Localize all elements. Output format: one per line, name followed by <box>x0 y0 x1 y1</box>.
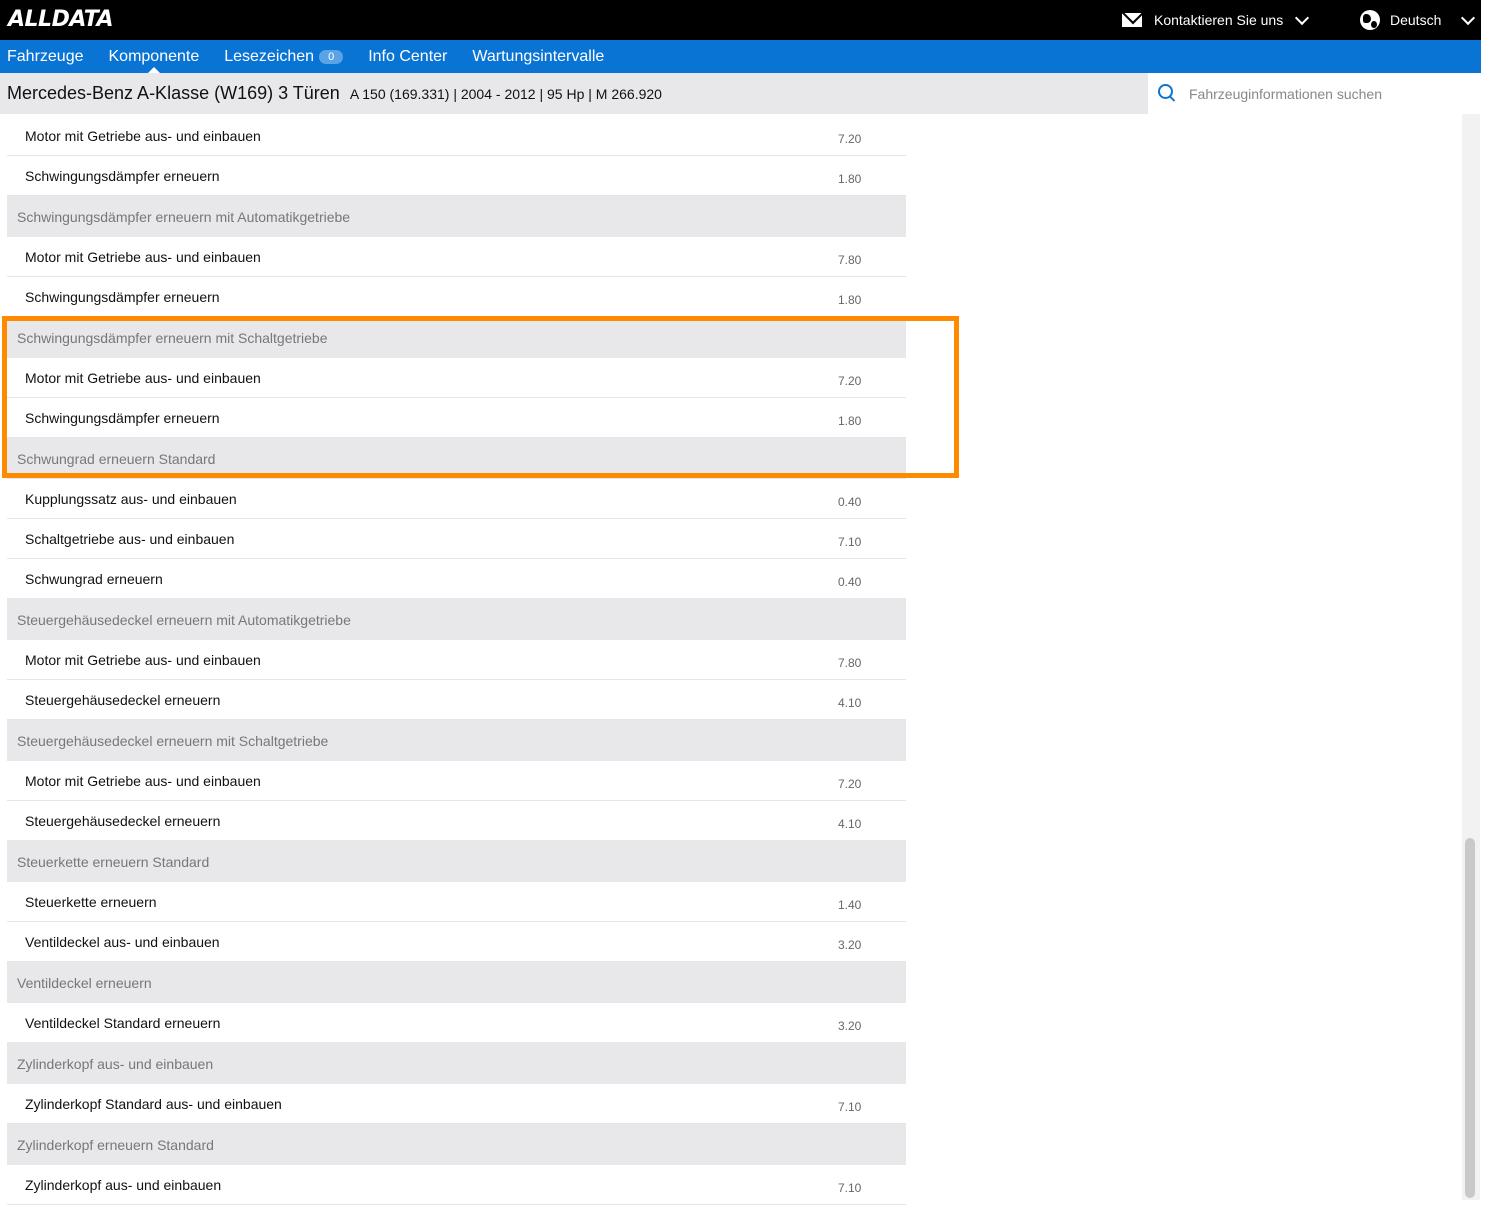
operation-label: Schwungrad erneuern <box>25 571 163 587</box>
labor-time-value: 4.10 <box>838 817 862 831</box>
group-header-label: Zylinderkopf aus- und einbauen <box>17 1056 214 1072</box>
operation-label: Steuerkette erneuern <box>25 894 157 910</box>
labor-time-value: 7.10 <box>838 1100 862 1114</box>
labor-time-value: 1.40 <box>838 898 862 912</box>
alldata-logo[interactable]: ALLDATA <box>8 7 114 32</box>
table-row[interactable]: Motor mit Getriebe aus- und einbauen 7.20 <box>7 761 906 801</box>
group-header-label: Steuerkette erneuern Standard <box>17 854 210 870</box>
vehicle-details: A 150 (169.331) | 2004 - 2012 | 95 Hp | … <box>349 85 662 102</box>
group-header-label: Steuergehäusedeckel erneuern mit Schaltg… <box>17 733 329 749</box>
contact-menu[interactable]: Kontaktieren Sie uns <box>1122 9 1310 31</box>
labor-time-value: 3.20 <box>838 1019 862 1033</box>
nav-wartungsintervalle[interactable]: Wartungsintervalle <box>472 40 604 73</box>
group-header-row: Zylinderkopf aus- und einbauen <box>7 1043 906 1084</box>
operation-label: Schwingungsdämpfer erneuern <box>25 289 220 305</box>
table-row[interactable]: Motor mit Getriebe aus- und einbauen 7.80 <box>7 237 906 277</box>
table-row[interactable]: Motor mit Getriebe aus- und einbauen 7.20 <box>7 116 906 156</box>
operation-label: Motor mit Getriebe aus- und einbauen <box>25 249 261 265</box>
group-header-row: Steuergehäusedeckel erneuern mit Automat… <box>7 599 906 640</box>
nav-info-center[interactable]: Info Center <box>368 40 447 73</box>
globe-icon <box>1360 10 1380 30</box>
group-header-row: Schwingungsdämpfer erneuern mit Automati… <box>7 196 906 237</box>
nav-lesezeichen-label: Lesezeichen <box>224 47 315 65</box>
operation-label: Motor mit Getriebe aus- und einbauen <box>25 128 261 144</box>
labor-time-value: 4.10 <box>838 696 862 710</box>
operation-label: Zylinderkopf Standard aus- und einbauen <box>25 1096 282 1112</box>
table-row[interactable]: Schwingungsdämpfer erneuern 1.80 <box>7 156 906 196</box>
table-row[interactable]: Steuerkette erneuern 1.40 <box>7 882 906 922</box>
group-header-row: Ventildeckel erneuern <box>7 962 906 1003</box>
nav-lesezeichen[interactable]: Lesezeichen 0 <box>224 40 344 73</box>
chevron-down-icon <box>1461 10 1476 25</box>
table-row[interactable]: Schwingungsdämpfer erneuern 1.80 <box>7 277 906 317</box>
group-header-label: Ventildeckel erneuern <box>17 975 152 991</box>
labor-time-value: 7.20 <box>838 777 862 791</box>
operation-label: Steuergehäusedeckel erneuern <box>25 692 221 708</box>
labor-time-value: 0.40 <box>838 575 862 589</box>
operation-label: Ventildeckel Standard erneuern <box>25 1015 221 1031</box>
bookmark-count-badge: 0 <box>319 49 344 64</box>
labor-time-value: 7.80 <box>838 656 862 670</box>
main-nav: Fahrzeuge Komponente Lesezeichen 0 Info … <box>0 40 1481 73</box>
operation-label: Ventildeckel aus- und einbauen <box>25 934 220 950</box>
table-row[interactable]: Kupplungssatz aus- und einbauen 0.40 <box>7 479 906 519</box>
labor-time-value: 7.80 <box>838 253 862 267</box>
search-input[interactable] <box>1187 84 1471 103</box>
group-header-label: Steuergehäusedeckel erneuern mit Automat… <box>17 612 351 628</box>
labor-time-value: 7.10 <box>838 1181 862 1195</box>
operation-label: Schaltgetriebe aus- und einbauen <box>25 531 235 547</box>
operation-label: Steuergehäusedeckel erneuern <box>25 813 221 829</box>
vehicle-search <box>1148 73 1481 114</box>
table-row[interactable]: Ventildeckel aus- und einbauen 3.20 <box>7 922 906 962</box>
table-row[interactable]: Steuergehäusedeckel erneuern 4.10 <box>7 680 906 720</box>
table-row[interactable]: Schwungrad erneuern 0.40 <box>7 559 906 599</box>
scrollbar-thumb[interactable] <box>1465 838 1475 1198</box>
top-bar: ALLDATA Kontaktieren Sie uns Deutsch <box>0 0 1481 40</box>
group-header-row: Zylinderkopf erneuern Standard <box>7 1124 906 1165</box>
labor-times-table: Motor mit Getriebe aus- und einbauen 7.20… <box>7 116 906 1205</box>
operation-label: Motor mit Getriebe aus- und einbauen <box>25 652 261 668</box>
table-row[interactable]: Ventildeckel Standard erneuern 3.20 <box>7 1003 906 1043</box>
labor-time-value: 0.40 <box>838 495 862 509</box>
operation-label: Schwingungsdämpfer erneuern <box>25 168 220 184</box>
vehicle-title: Mercedes-Benz A-Klasse (W169) 3 Türen <box>7 83 340 103</box>
table-row[interactable]: Steuergehäusedeckel erneuern 4.10 <box>7 801 906 841</box>
language-label: Deutsch <box>1390 12 1442 28</box>
table-row[interactable]: Schaltgetriebe aus- und einbauen 7.10 <box>7 519 906 559</box>
highlight-box <box>2 316 959 478</box>
labor-time-value: 1.80 <box>838 293 862 307</box>
group-header-row: Steuergehäusedeckel erneuern mit Schaltg… <box>7 720 906 761</box>
group-header-row: Steuerkette erneuern Standard <box>7 841 906 882</box>
table-row[interactable]: Zylinderkopf Standard aus- und einbauen 7… <box>7 1084 906 1124</box>
labor-time-value: 7.10 <box>838 535 862 549</box>
labor-time-value: 1.80 <box>838 172 862 186</box>
nav-komponente[interactable]: Komponente <box>109 40 199 73</box>
nav-fahrzeuge[interactable]: Fahrzeuge <box>7 40 84 73</box>
scrollbar[interactable] <box>1462 114 1480 1200</box>
group-header-label: Zylinderkopf erneuern Standard <box>17 1137 214 1153</box>
vehicle-bar: Mercedes-Benz A-Klasse (W169) 3 Türen A … <box>0 73 1148 114</box>
labor-time-value: 7.20 <box>838 132 862 146</box>
group-header-label: Schwingungsdämpfer erneuern mit Automati… <box>17 209 351 225</box>
operation-label: Kupplungssatz aus- und einbauen <box>25 491 237 507</box>
search-icon[interactable] <box>1158 84 1173 99</box>
chevron-down-icon <box>1295 10 1310 25</box>
table-row[interactable]: Zylinderkopf aus- und einbauen 7.10 <box>7 1165 906 1205</box>
table-row[interactable]: Motor mit Getriebe aus- und einbauen 7.80 <box>7 640 906 680</box>
contact-label: Kontaktieren Sie uns <box>1154 12 1284 28</box>
operation-label: Zylinderkopf aus- und einbauen <box>25 1177 222 1193</box>
operation-label: Motor mit Getriebe aus- und einbauen <box>25 773 261 789</box>
language-menu[interactable]: Deutsch <box>1360 9 1476 31</box>
mail-icon <box>1122 13 1142 27</box>
labor-time-value: 3.20 <box>838 938 862 952</box>
